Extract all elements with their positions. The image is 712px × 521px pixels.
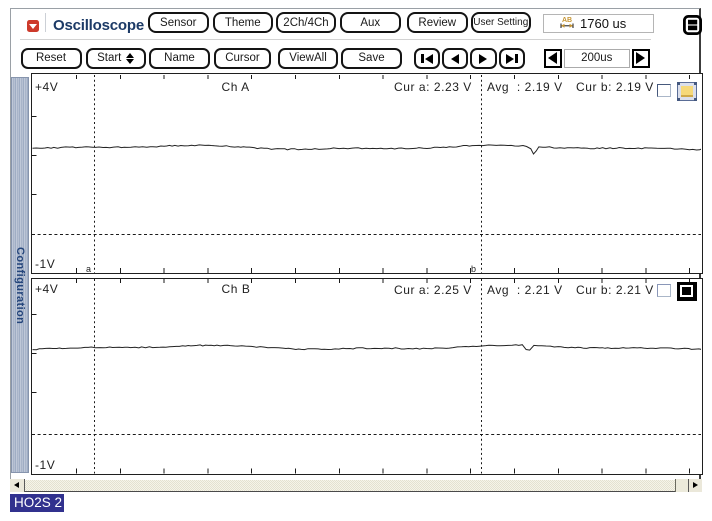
svg-text:AB: AB <box>561 17 571 24</box>
